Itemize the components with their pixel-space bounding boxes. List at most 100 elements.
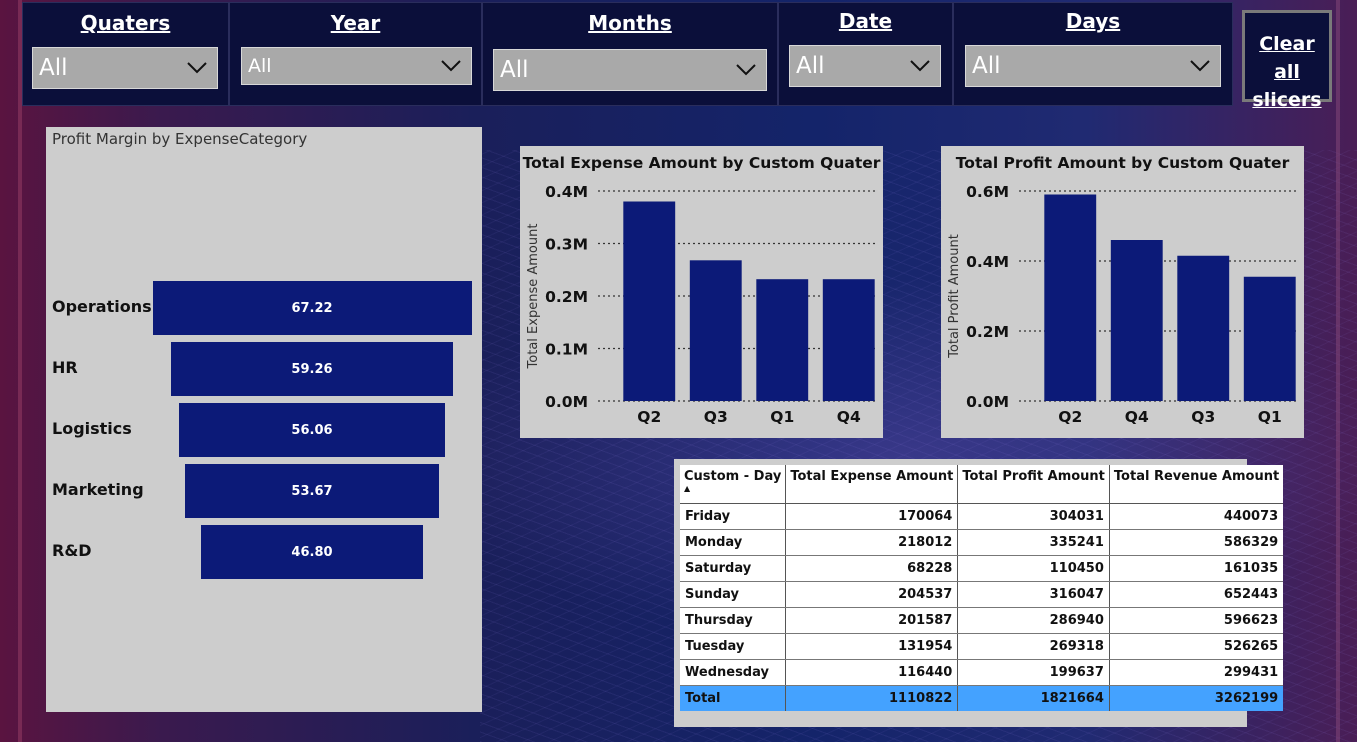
slicer-months: Months All xyxy=(482,2,778,106)
slicer-date: Date All xyxy=(778,2,953,106)
quaters-dropdown[interactable]: All xyxy=(32,47,218,89)
table-cell: 440073 xyxy=(1109,503,1284,530)
y-tick-label: 0.6M xyxy=(966,183,1009,201)
funnel-category-label: Logistics xyxy=(52,419,132,438)
funnel-category-label: R&D xyxy=(52,541,92,560)
table-cell: 304031 xyxy=(957,503,1110,530)
table-cell: 68228 xyxy=(785,555,959,582)
x-tick-label: Q3 xyxy=(1191,408,1215,426)
table-cell: 652443 xyxy=(1109,581,1284,608)
header-label: Total Profit Amount xyxy=(962,469,1105,484)
table-cell: 204537 xyxy=(785,581,959,608)
y-axis-label: Total Profit Amount xyxy=(947,234,962,359)
table-cell: 201587 xyxy=(785,607,959,634)
profit-bar-chart: 0.0M 0.2M 0.4M 0.6M Total Profit Amount Q2 Q4 Q… xyxy=(947,183,1299,426)
clear-button-line2: slicers xyxy=(1252,89,1322,111)
column-header-total-expense[interactable]: Total Expense Amount xyxy=(785,465,959,504)
expense-bar-chart: 0.0M 0.1M 0.2M 0.3M 0.4M Total Expense Amount… xyxy=(526,183,878,426)
y-tick-label: 0.1M xyxy=(545,341,588,359)
months-dropdown[interactable]: All xyxy=(493,49,767,91)
slicer-title: Months xyxy=(588,11,672,35)
table-cell: Saturday xyxy=(680,555,787,582)
table-cell: 110450 xyxy=(957,555,1110,582)
slicer-title: Year xyxy=(330,11,381,35)
table-cell: 1110822 xyxy=(785,685,959,711)
table-row[interactable]: Friday 170064 304031 440073 xyxy=(680,503,1284,530)
bar[interactable] xyxy=(1044,194,1097,402)
funnel-title: Profit Margin by ExpenseCategory xyxy=(52,130,308,148)
funnel-bar[interactable]: 56.06 xyxy=(178,403,445,457)
table-cell: Thursday xyxy=(680,607,787,634)
right-frame-line xyxy=(1336,0,1340,742)
y-tick-label: 0.3M xyxy=(545,236,588,254)
table-cell: Wednesday xyxy=(680,659,787,686)
table-cell: Sunday xyxy=(680,581,787,608)
table-cell: 170064 xyxy=(785,503,959,530)
table-row[interactable]: Wednesday 116440 199637 299431 xyxy=(680,659,1284,686)
funnel-bar[interactable]: 59.26 xyxy=(171,342,453,396)
x-tick-label: Q1 xyxy=(770,408,794,426)
y-tick-label: 0.0M xyxy=(545,393,588,411)
clear-button-line1: Clear all xyxy=(1259,33,1315,83)
table-cell: Monday xyxy=(680,529,787,556)
day-summary-table: Custom - Day ▲ Total Expense Amount Tota… xyxy=(680,465,1284,711)
profit-chart-panel: Total Profit Amount by Custom Quater 0.0… xyxy=(941,146,1304,438)
bar[interactable] xyxy=(689,260,742,401)
table-cell: 218012 xyxy=(785,529,959,556)
bar[interactable] xyxy=(756,279,809,401)
bar[interactable] xyxy=(1177,255,1230,401)
funnel-bar[interactable]: 53.67 xyxy=(184,464,440,518)
dropdown-value: All xyxy=(972,53,1001,79)
x-tick-label: Q4 xyxy=(837,408,861,426)
y-tick-label: 0.0M xyxy=(966,393,1009,411)
days-dropdown[interactable]: All xyxy=(965,45,1221,87)
column-header-total-profit[interactable]: Total Profit Amount xyxy=(957,465,1110,504)
table-cell: 116440 xyxy=(785,659,959,686)
day-summary-table-panel: Custom - Day ▲ Total Expense Amount Tota… xyxy=(674,459,1284,727)
table-cell: 3262199 xyxy=(1109,685,1284,711)
y-tick-label: 0.2M xyxy=(545,288,588,306)
column-header-total-revenue[interactable]: Total Revenue Amount xyxy=(1109,465,1284,504)
year-dropdown[interactable]: All xyxy=(241,47,472,85)
funnel-category-label: Operations xyxy=(52,297,152,316)
expense-chart-panel: Total Expense Amount by Custom Quater 0.… xyxy=(520,146,883,438)
chevron-down-icon xyxy=(736,64,756,76)
chevron-down-icon xyxy=(1190,60,1210,72)
slicer-quaters: Quaters All xyxy=(22,2,229,106)
dropdown-value: All xyxy=(39,55,68,81)
dropdown-value: All xyxy=(796,53,825,79)
x-tick-label: Q2 xyxy=(637,408,661,426)
bar[interactable] xyxy=(822,279,875,401)
bar[interactable] xyxy=(1110,240,1163,401)
table-row[interactable]: Thursday 201587 286940 596623 xyxy=(680,607,1284,634)
sort-ascending-icon: ▲ xyxy=(684,484,691,493)
table-row[interactable]: Monday 218012 335241 586329 xyxy=(680,529,1284,556)
slicer-title: Days xyxy=(1065,9,1121,33)
slicer-title: Date xyxy=(838,9,893,33)
table-cell: 526265 xyxy=(1109,633,1284,660)
x-tick-label: Q2 xyxy=(1058,408,1082,426)
date-dropdown[interactable]: All xyxy=(789,45,941,87)
funnel-category-label: Marketing xyxy=(52,480,144,499)
table-cell: 335241 xyxy=(957,529,1110,556)
funnel-category-label: HR xyxy=(52,358,78,377)
chevron-down-icon xyxy=(187,62,207,74)
header-label: Total Expense Amount xyxy=(790,469,954,484)
dropdown-value: All xyxy=(500,57,529,83)
table-cell: Friday xyxy=(680,503,787,530)
funnel-bar[interactable]: 46.80 xyxy=(200,525,424,579)
left-frame-line xyxy=(18,0,22,742)
table-cell: 1821664 xyxy=(957,685,1110,711)
bar[interactable] xyxy=(1243,276,1296,401)
x-tick-label: Q1 xyxy=(1258,408,1282,426)
column-header-custom-day[interactable]: Custom - Day ▲ xyxy=(680,465,787,504)
table-total-row[interactable]: Total 1110822 1821664 3262199 xyxy=(680,685,1284,711)
table-row[interactable]: Saturday 68228 110450 161035 xyxy=(680,555,1284,582)
bar[interactable] xyxy=(623,201,676,402)
header-label: Custom - Day xyxy=(684,469,782,484)
y-tick-label: 0.2M xyxy=(966,323,1009,341)
clear-all-slicers-button[interactable]: Clear all slicers xyxy=(1242,10,1332,111)
funnel-bar[interactable]: 67.22 xyxy=(152,281,472,335)
table-row[interactable]: Tuesday 131954 269318 526265 xyxy=(680,633,1284,660)
table-row[interactable]: Sunday 204537 316047 652443 xyxy=(680,581,1284,608)
